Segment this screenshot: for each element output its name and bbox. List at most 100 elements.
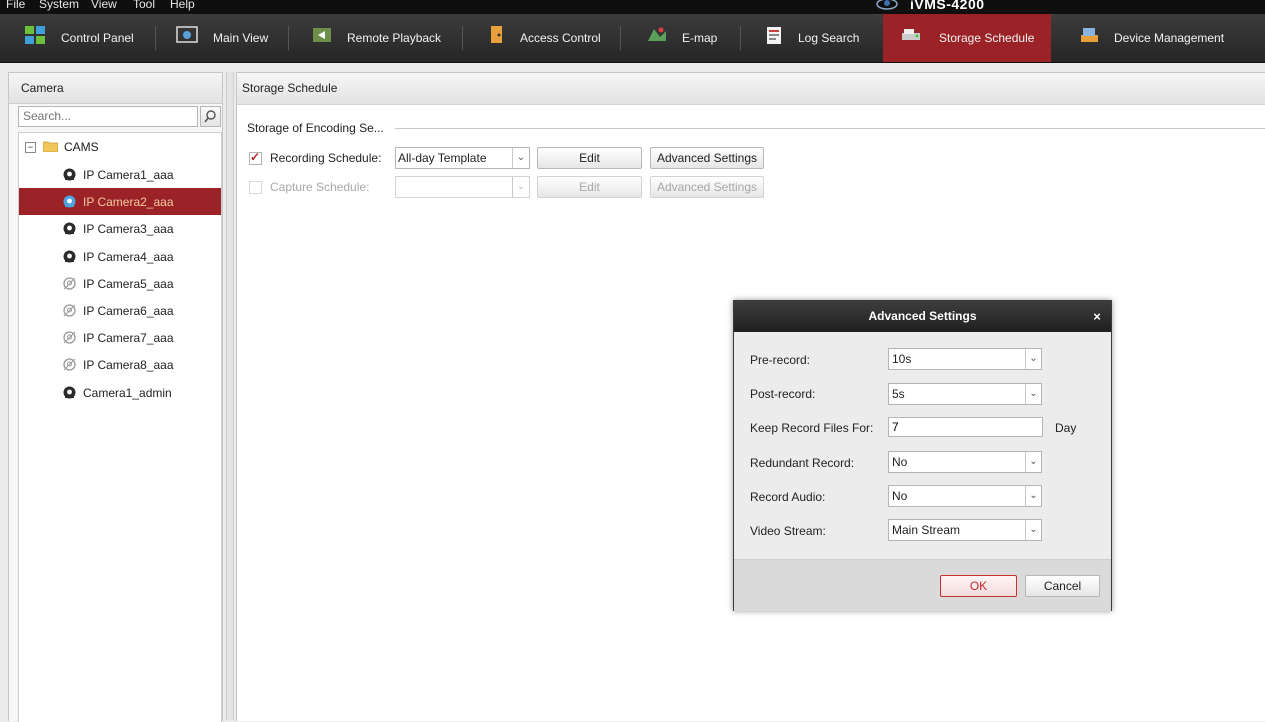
camera-item-label: IP Camera5_aaa: [83, 276, 174, 291]
tab-label: Device Management: [1114, 31, 1225, 45]
section-title: Storage of Encoding Se...: [247, 121, 392, 135]
tab-label: Remote Playback: [347, 31, 442, 45]
video-stream-select[interactable]: Main Stream ⌄: [888, 519, 1042, 541]
recording-advanced-settings-button[interactable]: Advanced Settings: [650, 147, 764, 169]
main-view-icon: [176, 26, 198, 43]
camera-item-label: IP Camera1_aaa: [83, 168, 174, 182]
tab-control-panel[interactable]: Control Panel: [16, 14, 146, 62]
camera-item[interactable]: Camera1_admin: [19, 379, 221, 406]
menu-file[interactable]: File: [6, 0, 25, 11]
tab-emap[interactable]: E-map: [640, 14, 730, 62]
capture-schedule-checkbox[interactable]: [249, 181, 262, 194]
camera-online-icon: [63, 250, 76, 263]
tab-remote-playback[interactable]: Remote Playback: [305, 14, 455, 62]
folder-icon: [43, 141, 58, 152]
tab-main-view[interactable]: Main View: [170, 14, 278, 62]
access-control-icon: [491, 26, 502, 43]
camera-offline-icon: [63, 277, 76, 290]
capture-schedule-row: Capture Schedule: ⌄ Edit Advanced Settin…: [249, 176, 849, 198]
cancel-button[interactable]: Cancel: [1025, 575, 1100, 597]
app-title: iVMS-4200: [910, 0, 985, 12]
record-audio-select[interactable]: No ⌄: [888, 485, 1042, 507]
camera-online-icon: [63, 195, 76, 208]
menu-system[interactable]: System: [39, 0, 79, 11]
capture-advanced-settings-button[interactable]: Advanced Settings: [650, 176, 764, 198]
camera-item-label: IP Camera3_aaa: [83, 222, 174, 237]
collapse-icon[interactable]: −: [25, 142, 36, 153]
tree-group-label: CAMS: [64, 140, 99, 154]
redundant-record-select[interactable]: No ⌄: [888, 451, 1042, 473]
camera-item-label: IP Camera2_aaa: [83, 195, 174, 210]
recording-schedule-checkbox[interactable]: [249, 150, 262, 165]
tree-group-cams[interactable]: − CAMS: [19, 133, 221, 161]
menu-view[interactable]: View: [91, 0, 117, 11]
recording-template-select[interactable]: All-day Template ⌄: [395, 147, 530, 169]
recording-template-value: All-day Template: [398, 151, 487, 165]
camera-item-label: IP Camera4_aaa: [83, 249, 174, 264]
chevron-down-icon: ⌄: [1025, 486, 1041, 506]
tab-divider: [740, 26, 741, 50]
capture-edit-button[interactable]: Edit: [537, 176, 642, 198]
camera-item[interactable]: IP Camera5_aaa: [19, 270, 221, 297]
camera-item[interactable]: IP Camera4_aaa: [19, 243, 221, 270]
camera-item[interactable]: IP Camera3_aaa: [19, 215, 221, 242]
storage-schedule-icon: [902, 29, 920, 40]
menu-help[interactable]: Help: [170, 0, 195, 11]
remote-playback-icon: [313, 28, 331, 42]
camera-item-label: IP Camera6_aaa: [83, 304, 174, 318]
camera-offline-icon: [63, 304, 76, 317]
capture-schedule-label: Capture Schedule:: [270, 180, 370, 194]
camera-tree: − CAMS IP Camera1_aaa IP Camera2_aaa IP Ca…: [18, 132, 222, 722]
camera-item[interactable]: IP Camera7_aaa: [19, 324, 221, 351]
advanced-settings-dialog: Advanced Settings × Pre-record: 10s ⌄ Po…: [733, 300, 1112, 611]
tab-device-management[interactable]: Device Management: [1062, 14, 1242, 62]
search-button[interactable]: [200, 106, 221, 127]
tab-label: Storage Schedule: [939, 31, 1035, 45]
capture-template-select[interactable]: ⌄: [395, 176, 530, 198]
tab-label: Main View: [213, 31, 269, 45]
camera-item[interactable]: IP Camera1_aaa: [19, 161, 221, 188]
day-unit-label: Day: [1055, 421, 1077, 435]
camera-item-label: IP Camera7_aaa: [83, 331, 174, 346]
camera-item-label: IP Camera8_aaa: [83, 358, 174, 373]
tab-storage-schedule[interactable]: Storage Schedule: [883, 14, 1051, 62]
camera-item[interactable]: IP Camera8_aaa: [19, 351, 221, 378]
pre-record-label: Pre-record:: [750, 353, 811, 367]
camera-item[interactable]: IP Camera6_aaa: [19, 297, 221, 324]
video-stream-value: Main Stream: [892, 523, 961, 537]
panel-splitter[interactable]: [226, 72, 234, 720]
tab-log-search[interactable]: Log Search: [758, 14, 874, 62]
post-record-select[interactable]: 5s ⌄: [888, 383, 1042, 405]
pre-record-select[interactable]: 10s ⌄: [888, 348, 1042, 370]
tab-access-control[interactable]: Access Control: [480, 14, 610, 62]
tab-label: Access Control: [520, 31, 601, 45]
camera-item[interactable]: IP Camera2_aaa: [19, 188, 221, 216]
camera-search-input[interactable]: [19, 107, 197, 124]
redundant-record-value: No: [892, 455, 908, 469]
search-box: [18, 106, 198, 127]
chevron-down-icon: ⌄: [512, 148, 529, 168]
camera-panel: Camera − CAMS IP Camera1_aaa IP Camera2_a…: [8, 72, 223, 722]
search-icon: [204, 110, 216, 123]
ok-button[interactable]: OK: [940, 575, 1017, 597]
chevron-down-icon: ⌄: [1025, 349, 1041, 369]
camera-offline-icon: [63, 358, 76, 372]
tab-divider: [620, 26, 621, 50]
recording-edit-button[interactable]: Edit: [537, 147, 642, 169]
post-record-value: 5s: [892, 387, 905, 401]
tab-divider: [288, 26, 289, 50]
close-icon[interactable]: ×: [1090, 301, 1104, 332]
record-audio-value: No: [892, 489, 908, 503]
chevron-down-icon: ⌄: [1025, 384, 1041, 404]
recording-schedule-row: Recording Schedule: All-day Template ⌄ E…: [249, 147, 849, 169]
emap-icon: [648, 27, 666, 41]
recording-schedule-label: Recording Schedule:: [270, 151, 382, 165]
video-stream-label: Video Stream:: [750, 524, 826, 538]
dialog-titlebar: Advanced Settings ×: [734, 301, 1111, 332]
keep-record-days-input[interactable]: [888, 417, 1043, 437]
module-toolbar: Control Panel Main View Remote Playback …: [0, 14, 1265, 63]
camera-offline-icon: [63, 331, 76, 344]
camera-panel-title: Camera: [9, 73, 222, 104]
tab-label: E-map: [682, 31, 718, 45]
menu-tool[interactable]: Tool: [133, 0, 155, 11]
